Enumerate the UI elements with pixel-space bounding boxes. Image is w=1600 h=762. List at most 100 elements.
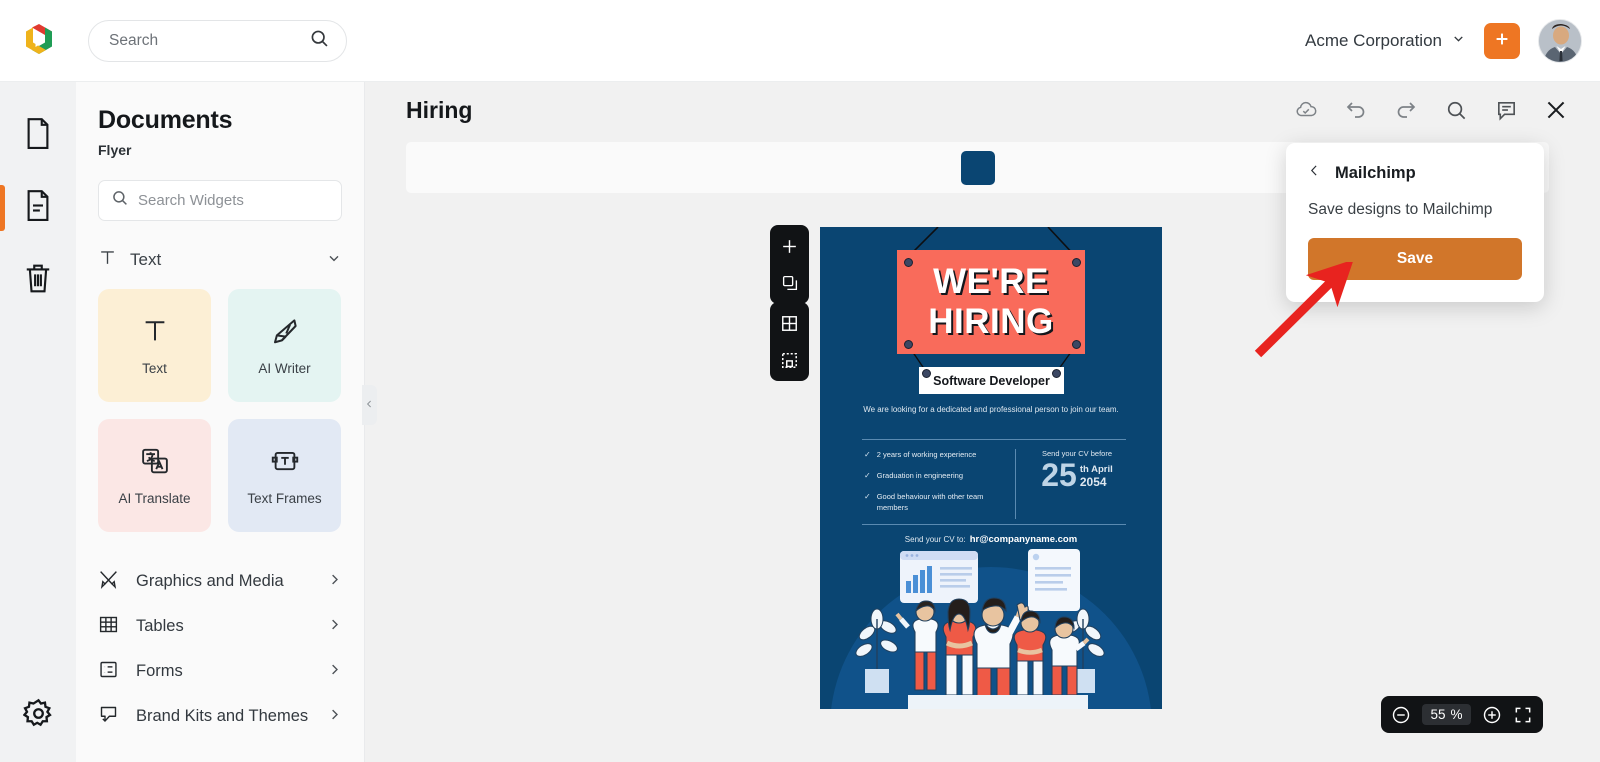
panel-collapse-handle[interactable]: [362, 385, 377, 425]
settings-button[interactable]: [0, 688, 76, 744]
rail-item-pages[interactable]: [0, 172, 76, 244]
pen-nib-icon: [270, 316, 300, 349]
menu-item-forms[interactable]: Forms: [98, 649, 342, 694]
gear-icon: [22, 698, 54, 734]
undo-arrow-icon[interactable]: [1342, 96, 1370, 124]
zoom-out-circle-icon[interactable]: [1391, 705, 1411, 725]
fill-color-chip[interactable]: [960, 150, 995, 185]
chevron-right-icon: [327, 662, 342, 682]
zoom-in-circle-icon[interactable]: [1482, 705, 1502, 725]
avatar[interactable]: [1538, 18, 1582, 63]
save-button[interactable]: Save: [1308, 238, 1522, 280]
mailchimp-title: Mailchimp: [1335, 163, 1416, 182]
sign-bolt: [904, 258, 913, 267]
menu-item-label: Graphics and Media: [136, 572, 284, 590]
requirement-text: 2 years of working experience: [876, 450, 977, 459]
close-x-icon[interactable]: [1542, 96, 1570, 124]
canvas-toolbar-secondary: [770, 302, 809, 381]
menu-item-label: Brand Kits and Themes: [136, 707, 309, 725]
search-icon: [309, 28, 330, 54]
chevron-left-icon[interactable]: [1308, 162, 1321, 184]
search-icon[interactable]: [1442, 96, 1470, 124]
blank-document-icon: [23, 117, 53, 155]
rail-item-documents[interactable]: [0, 100, 76, 172]
requirement-text: Good behaviour with other team members: [876, 492, 984, 513]
add-new-button[interactable]: [1484, 22, 1520, 59]
panel-subtitle: Flyer: [98, 142, 132, 158]
check-icon: ✓: [864, 492, 871, 501]
translate-icon: [140, 446, 170, 479]
document-toolbar: [1292, 96, 1570, 124]
cloud-check-icon[interactable]: [1292, 96, 1320, 124]
requirement-item: ✓ Graduation in engineering: [864, 470, 1004, 482]
divider: [862, 439, 1126, 440]
grid-layout-button[interactable]: [778, 311, 802, 335]
menu-item-graphics-and-media[interactable]: Graphics and Media: [98, 559, 342, 604]
zoom-level[interactable]: 55 %: [1422, 704, 1471, 725]
flyer-contact: Send your CV to: hr@companyname.com: [820, 534, 1162, 545]
fullscreen-icon[interactable]: [1513, 705, 1533, 725]
text-t-icon: [140, 316, 170, 349]
sign-bolt: [1072, 258, 1081, 267]
widget-group-label: Text: [130, 250, 162, 269]
requirement-item: ✓ 2 years of working experience: [864, 449, 1004, 461]
duplicate-button[interactable]: [778, 271, 802, 295]
chevron-right-icon: [327, 707, 342, 727]
editor-header: Hiring: [365, 82, 1600, 138]
select-area-button[interactable]: [778, 348, 802, 372]
search-input[interactable]: [109, 31, 309, 50]
widget-card-text-frames[interactable]: Text Frames: [228, 419, 341, 532]
widget-card-ai-translate[interactable]: AI Translate: [98, 419, 211, 532]
widget-card-grid: Text AI Writer AI Translate Text Frames: [98, 289, 342, 532]
hiring-sign: WE'RE HIRING: [897, 250, 1085, 354]
flyer-requirements: ✓ 2 years of working experience ✓ Gradua…: [864, 449, 1004, 523]
flyer-lead-text: We are looking for a dedicated and profe…: [863, 405, 1119, 414]
flyer-headline-1: WE'RE: [933, 262, 1049, 301]
flyer-illustration: [855, 549, 1105, 709]
flyer-headline-2: HIRING: [928, 302, 1054, 341]
rail-item-trash[interactable]: [0, 244, 76, 316]
search-widgets-input[interactable]: [138, 192, 337, 209]
mailchimp-popup-header: Mailchimp: [1308, 162, 1522, 184]
left-icon-rail: [0, 82, 76, 762]
chevron-left-icon: [365, 398, 374, 413]
contact-label: Send your CV to:: [904, 535, 966, 544]
add-element-button[interactable]: [778, 234, 802, 258]
plus-icon: [1492, 29, 1512, 52]
menu-item-label: Forms: [136, 662, 183, 680]
global-search[interactable]: [88, 19, 347, 62]
widget-group-text[interactable]: Text: [98, 247, 342, 273]
redo-arrow-icon[interactable]: [1392, 96, 1420, 124]
chevron-right-icon: [327, 617, 342, 637]
widget-card-text[interactable]: Text: [98, 289, 211, 402]
organization-name: Acme Corporation: [1304, 30, 1442, 50]
deadline-year: 2054: [1079, 475, 1107, 489]
text-document-icon: [23, 189, 53, 227]
mailchimp-popup: Mailchimp Save designs to Mailchimp Save: [1286, 143, 1544, 302]
trash-icon: [23, 261, 53, 299]
panel-menu-list: Graphics and Media Tables Forms Brand Ki…: [98, 559, 342, 739]
brand-kit-icon: [98, 704, 119, 730]
menu-item-tables[interactable]: Tables: [98, 604, 342, 649]
deadline-day: 25: [1041, 457, 1077, 493]
zoom-unit: %: [1450, 707, 1463, 722]
check-icon: ✓: [864, 471, 871, 480]
organization-switcher[interactable]: Acme Corporation: [1305, 31, 1466, 51]
widget-card-label: AI Writer: [258, 360, 311, 376]
app-logo-hexagon[interactable]: [19, 21, 59, 61]
check-icon: ✓: [864, 450, 871, 459]
menu-item-brand-kits-and-themes[interactable]: Brand Kits and Themes: [98, 694, 342, 739]
form-icon: [98, 659, 119, 685]
comment-icon[interactable]: [1492, 96, 1520, 124]
top-bar-right: Acme Corporation: [1305, 18, 1582, 63]
flyer-role: Software Developer: [919, 367, 1064, 394]
widget-panel: Documents Flyer Text: [76, 82, 365, 762]
mailchimp-description: Save designs to Mailchimp: [1308, 201, 1493, 218]
text-frame-icon: [270, 446, 300, 479]
flyer-canvas[interactable]: WE'RE HIRING Software Developer We are l…: [820, 227, 1162, 709]
widget-card-label: AI Translate: [118, 490, 191, 506]
widget-card-label: Text Frames: [247, 490, 322, 506]
top-bar: Acme Corporation: [0, 0, 1600, 82]
widget-search[interactable]: [98, 180, 342, 221]
widget-card-ai-writer[interactable]: AI Writer: [228, 289, 341, 402]
